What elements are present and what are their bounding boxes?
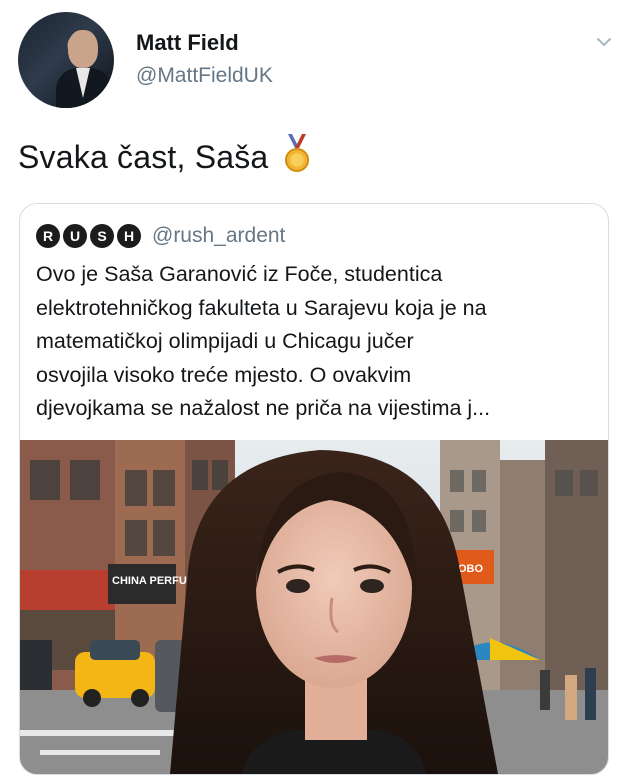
badge-u: U: [63, 224, 87, 248]
quoted-line-5: djevojkama se nažalost ne priča na vijes…: [36, 396, 491, 420]
quoted-handle[interactable]: @rush_ardent: [152, 224, 285, 248]
tweet-text: Svaka čast, Saša: [18, 134, 312, 176]
user-handle[interactable]: @MattFieldUK: [136, 64, 273, 88]
tweet-header: Matt Field @MattFieldUK: [18, 12, 618, 108]
avatar[interactable]: [18, 12, 114, 108]
quoted-tweet[interactable]: R U S H @rush_ardent Ovo je Saša Garanov…: [19, 203, 609, 775]
badge-h: H: [117, 224, 141, 248]
badge-s: S: [90, 224, 114, 248]
display-name[interactable]: Matt Field: [136, 30, 239, 56]
quoted-tweet-header: R U S H @rush_ardent: [36, 222, 285, 250]
quoted-line-1: Ovo je Saša Garanović iz Foče, studentic…: [36, 262, 443, 286]
quoted-line-3: matematičkoj olimpijadi u Chicagu jučer: [36, 329, 414, 353]
street-selfie-photo[interactable]: CHINA PERFUME HOBO: [20, 440, 608, 774]
badge-r: R: [36, 224, 60, 248]
quoted-line-2: elektrotehničkog fakulteta u Sarajevu ko…: [36, 295, 487, 320]
quoted-line-4: osvojila visoko treće mjesto. O ovakvim: [36, 362, 412, 387]
tweet-text-content: Svaka čast, Saša: [18, 139, 269, 175]
quoted-tweet-text: Ovo je Saša Garanović iz Foče, studentic…: [36, 258, 596, 426]
medal-icon: [284, 134, 309, 172]
chevron-down-icon[interactable]: [596, 34, 612, 50]
